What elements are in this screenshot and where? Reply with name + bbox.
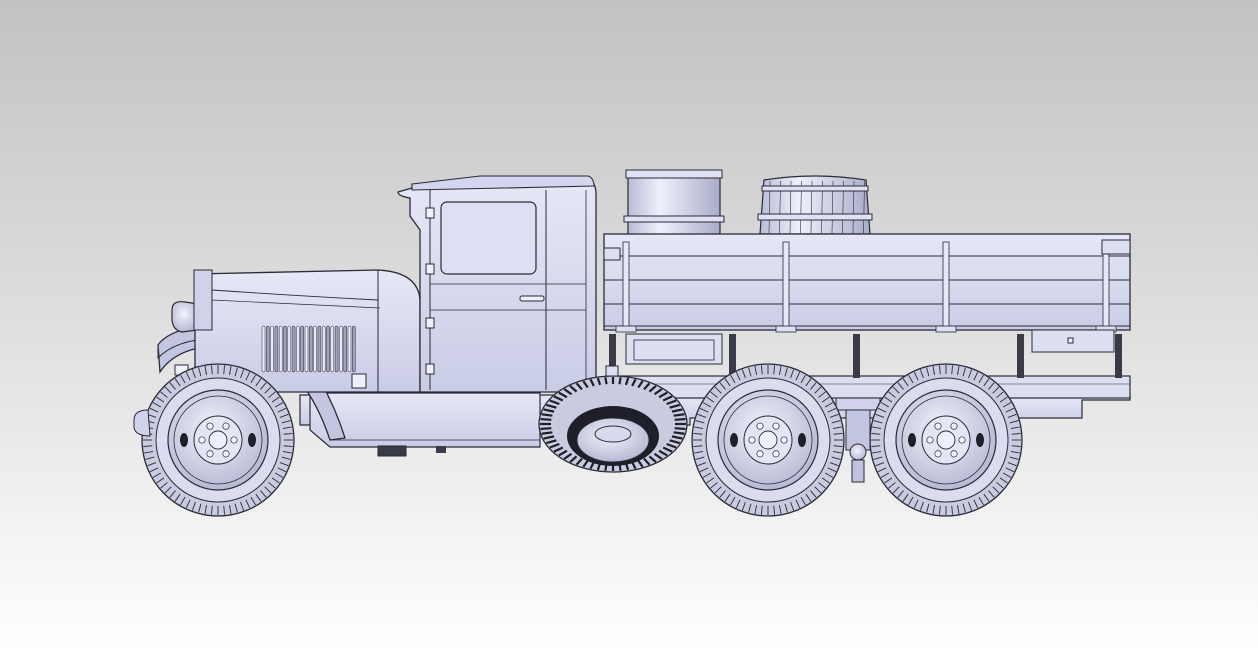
bed-stake <box>1102 241 1110 331</box>
door-handle <box>519 295 545 302</box>
cargo-bed <box>603 233 1131 378</box>
bed-stake <box>782 241 790 331</box>
bed-support-strut <box>1115 334 1122 378</box>
front-bumper <box>133 409 151 437</box>
cab-window <box>440 201 537 275</box>
bed-support-strut <box>1017 334 1024 378</box>
bed-stake <box>622 241 630 331</box>
drum <box>623 169 725 237</box>
front-wheel <box>141 363 295 517</box>
cad-viewport <box>0 0 1258 651</box>
middle-rear-wheel <box>691 363 845 517</box>
rear-wheel <box>869 363 1023 517</box>
barrel <box>757 175 873 235</box>
running-board <box>309 392 541 457</box>
bed-stake <box>942 241 950 331</box>
truck-3d-model <box>133 169 1131 517</box>
bed-support-strut <box>853 334 860 378</box>
cab <box>397 175 597 393</box>
